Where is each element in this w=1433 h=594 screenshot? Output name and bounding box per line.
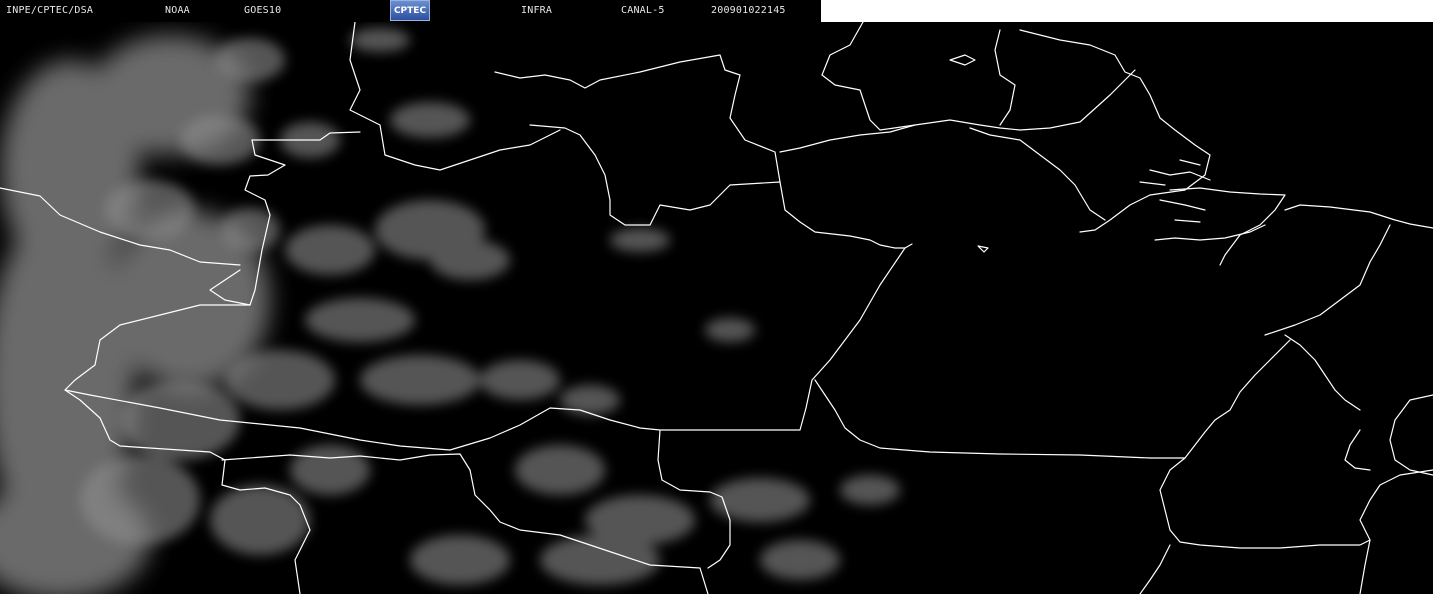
satellite-image [0, 22, 1433, 594]
channel-label: CANAL-5 [621, 5, 665, 16]
header-blank-area [821, 0, 1433, 22]
image-header: INPE/CPTEC/DSA NOAA GOES10 CPTEC INFRA C… [0, 0, 821, 22]
cptec-logo: CPTEC [390, 0, 430, 21]
satellite-label: GOES10 [244, 5, 282, 16]
product-label: INFRA [521, 5, 553, 16]
logo-text: CPTEC [393, 5, 427, 16]
agency-label: INPE/CPTEC/DSA [6, 5, 94, 16]
timestamp-label: 200901022145 [711, 5, 786, 16]
operator-label: NOAA [165, 5, 190, 16]
